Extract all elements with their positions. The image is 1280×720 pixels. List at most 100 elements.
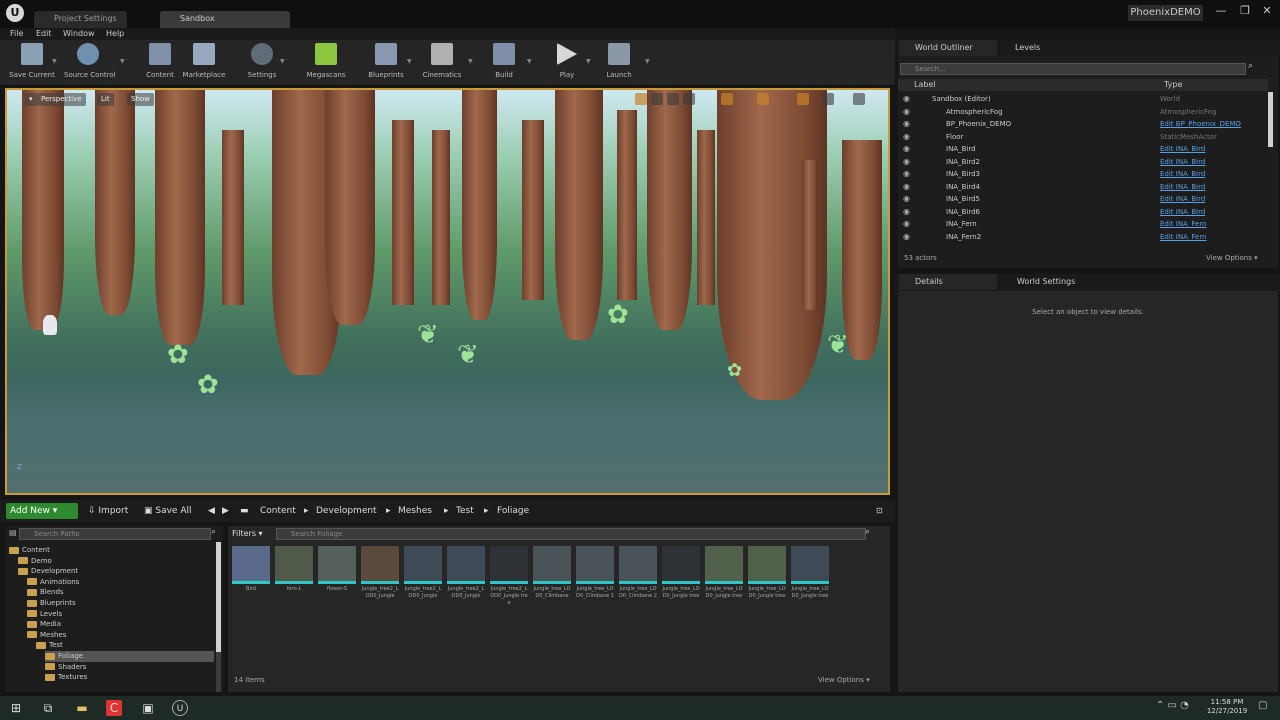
- outliner-row[interactable]: ◉ INA_Bird3 Edit INA_Bird: [898, 168, 1268, 180]
- chevron-down-icon[interactable]: ▼: [527, 58, 532, 65]
- maximize-button[interactable]: ❐: [1234, 3, 1256, 19]
- tab-world-outliner[interactable]: World Outliner: [899, 40, 997, 56]
- outliner-type[interactable]: Edit INA_Bird: [1160, 168, 1205, 180]
- tree-folder-item[interactable]: Levels: [27, 609, 62, 620]
- lock-icon[interactable]: ⊡: [876, 503, 883, 519]
- breadcrumb-development[interactable]: Development: [316, 503, 377, 519]
- outliner-row[interactable]: ◉ INA_Bird6 Edit INA_Bird: [898, 206, 1268, 218]
- blueprints-button[interactable]: Blueprints: [362, 43, 410, 83]
- save-all-button[interactable]: ▣ Save All: [144, 503, 192, 519]
- tree-folder-item[interactable]: Meshes: [27, 630, 66, 641]
- scrollbar[interactable]: [216, 542, 221, 692]
- chevron-down-icon[interactable]: ▼: [120, 58, 125, 65]
- level-viewport[interactable]: ✿ ✿ ❦ ❦ ✿ ❦ ✿ ▾ Perspective Lit Show z: [5, 88, 890, 495]
- unreal-engine-icon[interactable]: U: [172, 700, 188, 716]
- lit-button[interactable]: Lit: [97, 93, 114, 106]
- asset-search-input[interactable]: Search Foliage: [276, 528, 866, 540]
- bird-actor[interactable]: [43, 315, 57, 335]
- outliner-type[interactable]: Edit INA_Bird: [1160, 143, 1205, 155]
- outliner-row[interactable]: ◉ Floor StaticMeshActor: [898, 131, 1268, 143]
- breadcrumb-meshes[interactable]: Meshes: [398, 503, 432, 519]
- visibility-eye-icon[interactable]: ◉: [903, 106, 910, 118]
- view-options-button[interactable]: View Options ▾: [1206, 254, 1258, 262]
- asset-tile[interactable]: Jungle_tree_LOD0_Jungle tree: [748, 546, 786, 608]
- minimize-button[interactable]: —: [1210, 3, 1232, 19]
- tree-folder-item[interactable]: Textures: [45, 672, 87, 683]
- visibility-eye-icon[interactable]: ◉: [903, 218, 910, 230]
- asset-tile[interactable]: flower-S: [318, 546, 356, 608]
- app-icon[interactable]: C: [106, 700, 122, 716]
- breadcrumb-test[interactable]: Test: [456, 503, 474, 519]
- search-icon[interactable]: ⌕: [211, 527, 216, 537]
- visibility-eye-icon[interactable]: ◉: [903, 143, 910, 155]
- chevron-down-icon[interactable]: ▼: [280, 58, 285, 65]
- visibility-eye-icon[interactable]: ◉: [903, 168, 910, 180]
- terminal-icon[interactable]: ▣: [140, 700, 156, 716]
- asset-tile[interactable]: Jungle_tree_LOD0_Jungle tree: [662, 546, 700, 608]
- search-icon[interactable]: ⌕: [865, 527, 870, 537]
- outliner-type[interactable]: Edit BP_Phoenix_DEMO: [1160, 118, 1241, 130]
- outliner-type[interactable]: Edit INA_Bird: [1160, 193, 1205, 205]
- folder-icon[interactable]: ▬: [240, 503, 249, 519]
- file-explorer-icon[interactable]: ▬: [74, 700, 90, 716]
- outliner-search-input[interactable]: Search...: [900, 63, 1246, 75]
- visibility-eye-icon[interactable]: ◉: [903, 131, 910, 143]
- scale-snap-icon[interactable]: [797, 93, 809, 105]
- type-column-header[interactable]: Type: [1164, 79, 1182, 91]
- asset-tile[interactable]: Jungle_tree_LOD0_Climbane: [533, 546, 571, 608]
- select-mode-icon[interactable]: [635, 93, 647, 105]
- asset-tile[interactable]: Jungle_tree2_LOD0_Jungle: [404, 546, 442, 608]
- forward-button[interactable]: ▶: [222, 503, 229, 519]
- tab-project-settings[interactable]: Project Settings: [34, 11, 127, 28]
- tree-folder-item[interactable]: Content: [9, 545, 50, 556]
- tab-details[interactable]: Details: [899, 274, 997, 290]
- outliner-row[interactable]: ◉ INA_Bird5 Edit INA_Bird: [898, 193, 1268, 205]
- search-icon[interactable]: ⌕: [1248, 61, 1253, 71]
- breadcrumb-content[interactable]: Content: [260, 503, 296, 519]
- asset-tile[interactable]: Jungle_tree2_LOD0_Jungle: [447, 546, 485, 608]
- rotate-icon[interactable]: [667, 93, 679, 105]
- outliner-type[interactable]: Edit INA_Bird: [1160, 181, 1205, 193]
- import-button[interactable]: ⇩ Import: [88, 503, 128, 519]
- tree-folder-item[interactable]: Animations: [27, 577, 79, 588]
- asset-tile[interactable]: Jungle_tree2_LOD0_Jungle: [361, 546, 399, 608]
- add-new-button[interactable]: Add New ▾: [6, 503, 78, 519]
- scrollbar[interactable]: [1268, 92, 1273, 147]
- asset-tile[interactable]: Jungle_tree_LOD0_Climbane 2: [619, 546, 657, 608]
- tab-levels[interactable]: Levels: [999, 40, 1093, 56]
- visibility-eye-icon[interactable]: ◉: [903, 206, 910, 218]
- grid-snap-icon[interactable]: [721, 93, 733, 105]
- source-control-button[interactable]: Source Control: [64, 43, 116, 83]
- scale-icon[interactable]: [683, 93, 695, 105]
- outliner-type[interactable]: Edit INA_Fern: [1160, 231, 1207, 243]
- outliner-type[interactable]: Edit INA_Fern: [1160, 218, 1207, 230]
- chevron-down-icon[interactable]: ▼: [407, 58, 412, 65]
- unreal-logo-icon[interactable]: U: [6, 4, 24, 22]
- view-options-button[interactable]: View Options ▾: [818, 676, 870, 684]
- visibility-eye-icon[interactable]: ◉: [903, 93, 910, 105]
- tree-folder-item[interactable]: Blueprints: [27, 598, 76, 609]
- chevron-down-icon[interactable]: ▼: [645, 58, 650, 65]
- outliner-row[interactable]: ◉ AtmosphericFog AtmosphericFog: [898, 106, 1268, 118]
- launch-button[interactable]: Launch: [595, 43, 643, 83]
- visibility-eye-icon[interactable]: ◉: [903, 118, 910, 130]
- close-button[interactable]: ✕: [1256, 3, 1278, 19]
- viewport-options-button[interactable]: ▾: [25, 93, 37, 106]
- visibility-eye-icon[interactable]: ◉: [903, 181, 910, 193]
- label-column-header[interactable]: Label: [914, 79, 936, 91]
- windows-start-icon[interactable]: ⊞: [8, 700, 24, 716]
- show-button[interactable]: Show: [127, 93, 154, 106]
- outliner-row[interactable]: ◉ INA_Fern2 Edit INA_Fern: [898, 231, 1268, 243]
- perspective-button[interactable]: Perspective: [37, 93, 86, 106]
- outliner-row[interactable]: ◉ INA_Fern Edit INA_Fern: [898, 218, 1268, 230]
- tree-folder-item[interactable]: Media: [27, 619, 61, 630]
- notifications-icon[interactable]: ▢: [1258, 700, 1267, 711]
- asset-tile[interactable]: Jungle_tree_LOD0_Jungle tree: [705, 546, 743, 608]
- chevron-down-icon[interactable]: ▼: [586, 58, 591, 65]
- clock[interactable]: 11:58 PM 12/27/2019: [1204, 698, 1250, 716]
- chevron-down-icon[interactable]: ▼: [468, 58, 473, 65]
- cinematics-button[interactable]: Cinematics: [418, 43, 466, 83]
- filters-button[interactable]: Filters ▾: [232, 528, 263, 540]
- outliner-row[interactable]: ◉ INA_Bird2 Edit INA_Bird: [898, 156, 1268, 168]
- visibility-eye-icon[interactable]: ◉: [903, 231, 910, 243]
